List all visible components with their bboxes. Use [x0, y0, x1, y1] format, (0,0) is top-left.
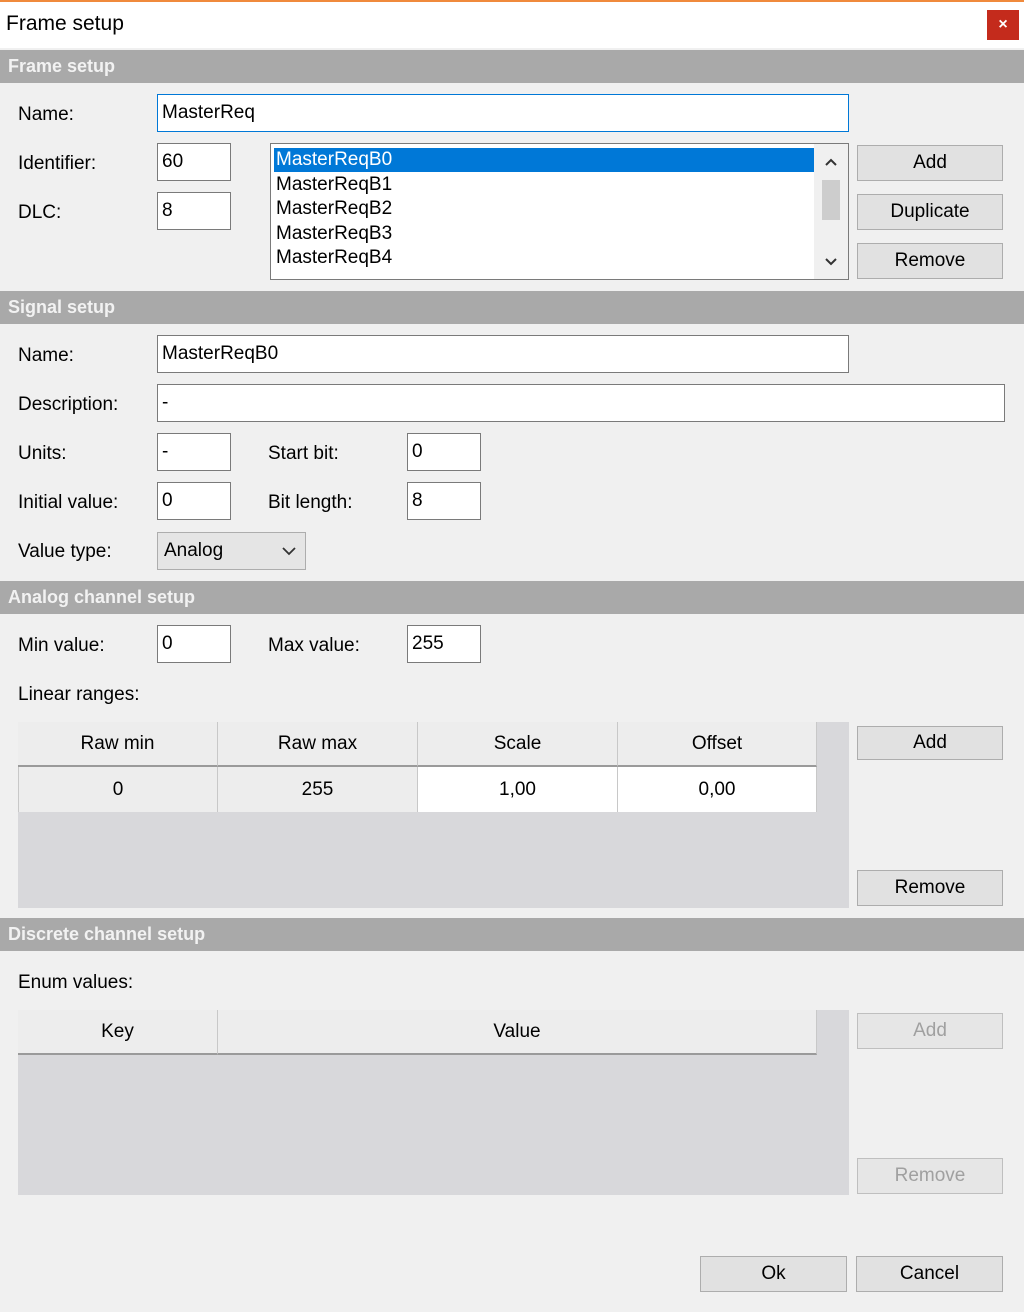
units-label: Units: — [18, 443, 67, 464]
signal-list-item[interactable]: MasterReqB2 — [274, 197, 814, 221]
grid-cell[interactable]: 0 — [18, 767, 218, 812]
value-type-selected: Analog — [164, 540, 224, 561]
close-button[interactable]: × — [987, 10, 1019, 40]
signal-setup-header: Signal setup — [0, 291, 1024, 324]
discrete-add-button[interactable]: Add — [857, 1013, 1003, 1049]
bit-length-input[interactable]: 8 — [407, 482, 481, 520]
initial-value-input[interactable]: 0 — [157, 482, 231, 520]
ok-button[interactable]: Ok — [700, 1256, 847, 1292]
window-title: Frame setup — [6, 12, 124, 35]
signal-list-item[interactable]: MasterReqB4 — [274, 246, 814, 270]
analog-setup-header: Analog channel setup — [0, 581, 1024, 614]
min-value-input[interactable]: 0 — [157, 625, 231, 663]
column-header[interactable]: Key — [18, 1010, 218, 1055]
max-value-label: Max value: — [268, 635, 360, 656]
frame-name-input[interactable]: MasterReq — [157, 94, 849, 132]
value-type-label: Value type: — [18, 541, 112, 562]
scroll-thumb[interactable] — [822, 180, 840, 220]
frame-remove-button[interactable]: Remove — [857, 243, 1003, 279]
enum-values-grid[interactable]: Key Value — [18, 1010, 849, 1195]
signal-list-item[interactable]: MasterReqB3 — [274, 222, 814, 246]
analog-remove-button[interactable]: Remove — [857, 870, 1003, 906]
chevron-down-icon — [281, 533, 297, 582]
analog-add-button[interactable]: Add — [857, 726, 1003, 760]
column-header[interactable]: Scale — [418, 722, 618, 767]
signal-name-input[interactable]: MasterReqB0 — [157, 335, 849, 373]
grid-cell[interactable]: 0,00 — [618, 767, 817, 812]
signal-list-item[interactable]: MasterReqB0 — [274, 148, 814, 172]
signal-name-label: Name: — [18, 345, 74, 366]
column-header[interactable]: Raw max — [218, 722, 418, 767]
column-header[interactable]: Offset — [618, 722, 817, 767]
discrete-remove-button[interactable]: Remove — [857, 1158, 1003, 1194]
column-header[interactable]: Raw min — [18, 722, 218, 767]
frame-duplicate-button[interactable]: Duplicate — [857, 194, 1003, 230]
value-type-select[interactable]: Analog — [157, 532, 306, 570]
identifier-label: Identifier: — [18, 153, 97, 174]
cancel-button[interactable]: Cancel — [856, 1256, 1003, 1292]
grid-cell[interactable]: 1,00 — [418, 767, 618, 812]
frame-setup-header: Frame setup — [0, 50, 1024, 83]
dlc-label: DLC: — [18, 202, 62, 223]
linear-ranges-grid[interactable]: Raw min Raw max Scale Offset 0 255 1,00 … — [18, 722, 849, 908]
description-label: Description: — [18, 394, 119, 415]
signal-listbox[interactable]: MasterReqB0 MasterReqB1 MasterReqB2 Mast… — [270, 143, 849, 280]
list-scrollbar[interactable] — [814, 144, 848, 279]
frame-name-label: Name: — [18, 104, 74, 125]
description-input[interactable]: - — [157, 384, 1005, 422]
bit-length-label: Bit length: — [268, 492, 353, 513]
initial-value-label: Initial value: — [18, 492, 119, 513]
linear-ranges-label: Linear ranges: — [18, 684, 140, 705]
column-header[interactable]: Value — [218, 1010, 817, 1055]
start-bit-input[interactable]: 0 — [407, 433, 481, 471]
min-value-label: Min value: — [18, 635, 105, 656]
title-bar: Frame setup × — [0, 0, 1024, 48]
signal-list-item[interactable]: MasterReqB1 — [274, 173, 814, 197]
close-icon: × — [998, 16, 1008, 33]
units-input[interactable]: - — [157, 433, 231, 471]
identifier-input[interactable]: 60 — [157, 143, 231, 181]
chevron-up-icon[interactable] — [814, 148, 848, 176]
frame-add-button[interactable]: Add — [857, 145, 1003, 181]
enum-values-label: Enum values: — [18, 972, 134, 993]
dlc-input[interactable]: 8 — [157, 192, 231, 230]
discrete-setup-header: Discrete channel setup — [0, 918, 1024, 951]
grid-cell[interactable]: 255 — [218, 767, 418, 812]
max-value-input[interactable]: 255 — [407, 625, 481, 663]
chevron-down-icon[interactable] — [814, 248, 848, 276]
start-bit-label: Start bit: — [268, 443, 339, 464]
